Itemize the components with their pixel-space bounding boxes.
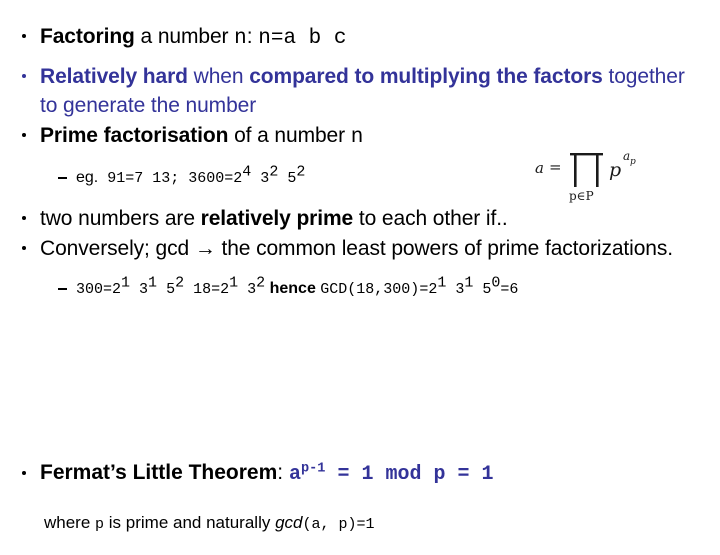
dash-bullet-icon (58, 288, 67, 290)
gcd-expr-2: 3 (130, 281, 149, 298)
bullet-dot-icon (22, 246, 26, 250)
gcd-expr-1: 300=2 (76, 281, 122, 298)
gcd-sup-5: 2 (256, 274, 266, 292)
relatively-prime-keyword: relatively prime (200, 207, 354, 230)
prime-factorisation-var-n: n (350, 126, 364, 149)
formula-exponent-sub-p: p (630, 157, 636, 167)
fermat-formula: ap-1 = 1 mod p = 1 (288, 461, 494, 486)
formula-base-p: p (609, 159, 621, 181)
conversely-tail: the common least powers of prime factori… (215, 237, 674, 260)
factoring-colon: : (246, 25, 259, 48)
gcd-arguments: (a, p)=1 (302, 516, 375, 533)
gcd-expr-4: 18=2 (184, 281, 230, 298)
gcd-sup-2: 1 (148, 274, 158, 292)
subbullet-gcd-example: 300=21 31 52 18=21 32 hence GCD(18,300)=… (14, 274, 706, 301)
bullet-dot-icon (22, 34, 26, 38)
bullet-dot-icon (22, 471, 26, 475)
eg-exponent-2: 2 (269, 163, 279, 181)
relatively-prime-tail: to each other if.. (353, 207, 508, 230)
gcd-sup-6: 1 (437, 274, 447, 292)
gcd-sup-3: 2 (175, 274, 185, 292)
gcd-expr-7: 3 (446, 281, 465, 298)
factoring-equation: n=a b c (258, 27, 347, 50)
gcd-expr-6: GCD(18,300)=2 (320, 281, 438, 298)
bullet-relatively-hard: Relatively hard when compared to multipl… (14, 62, 706, 120)
gcd-expr-8: 5 (473, 281, 492, 298)
gcd-expr-9: =6 (500, 281, 519, 298)
gcd-sup-1: 1 (121, 274, 131, 292)
fermat-condition: where p is prime and naturally gcd(a, p)… (14, 510, 714, 538)
factoring-text: a number (134, 25, 235, 48)
gcd-expr-5: 3 (238, 281, 257, 298)
compared-keyword: compared to multiplying the factors (249, 65, 603, 88)
factoring-keyword: Factoring (40, 25, 135, 48)
prime-factorisation-formula: a = p∈P p a p (533, 143, 698, 205)
eg-exponent-1: 4 (242, 163, 252, 181)
prime-factorisation-text: of a number (228, 124, 351, 147)
hence-keyword: hence (265, 280, 321, 297)
eg-exponent-3: 2 (296, 163, 306, 181)
bullet-fermat: Fermat’s Little Theorem: ap-1 = 1 mod p … (14, 459, 714, 489)
fermat-title: Fermat’s Little Theorem (40, 461, 278, 484)
product-subscript: p∈P (569, 189, 594, 203)
fermat-block: Fermat’s Little Theorem: ap-1 = 1 mod p … (14, 438, 714, 555)
eg-label: eg. (76, 169, 99, 186)
formula-equals: = (549, 158, 562, 176)
fermat-condition-text: is prime and naturally (104, 513, 276, 532)
fermat-where: where (44, 513, 96, 532)
right-arrow-icon: → (194, 237, 216, 260)
fermat-formula-rest: = 1 mod p = 1 (325, 463, 494, 486)
bullet-factoring: Factoring a number n: n=a b c (14, 22, 706, 53)
bullet-dot-icon (22, 74, 26, 78)
formula-svg: a = p∈P p a p (535, 149, 636, 203)
slide-canvas: Factoring a number n: n=a b c Relatively… (0, 0, 720, 540)
factoring-var-n: n (234, 27, 247, 50)
fermat-var-p: p (95, 516, 105, 533)
gcd-label: gcd (275, 513, 303, 532)
bullet-dot-icon (22, 216, 26, 220)
bullet-dot-icon (22, 133, 26, 137)
eg-expression-3: 5 (278, 170, 297, 187)
conversely-text: Conversely; gcd (40, 237, 195, 260)
eg-expression-2: 3 (251, 170, 270, 187)
fermat-base-a: a (288, 463, 301, 486)
fermat-exponent: p-1 (300, 461, 326, 477)
prime-factorisation-keyword: Prime factorisation (40, 124, 229, 147)
product-right-leg (596, 154, 599, 187)
gcd-sup-4: 1 (229, 274, 239, 292)
relatively-hard-keyword: Relatively hard (40, 65, 188, 88)
gcd-expr-3: 5 (157, 281, 176, 298)
bullet-relatively-prime: two numbers are relatively prime to each… (14, 204, 706, 233)
fermat-colon: : (277, 461, 289, 484)
two-numbers-text: two numbers are (40, 207, 201, 230)
bullet-conversely-gcd: Conversely; gcd → the common least power… (14, 234, 706, 263)
formula-lhs: a (535, 159, 544, 177)
relatively-hard-when: when (187, 65, 250, 88)
eg-expression-1: 91=7 13; 3600=2 (98, 170, 243, 187)
product-left-leg (574, 154, 577, 187)
dash-bullet-icon (58, 177, 67, 179)
